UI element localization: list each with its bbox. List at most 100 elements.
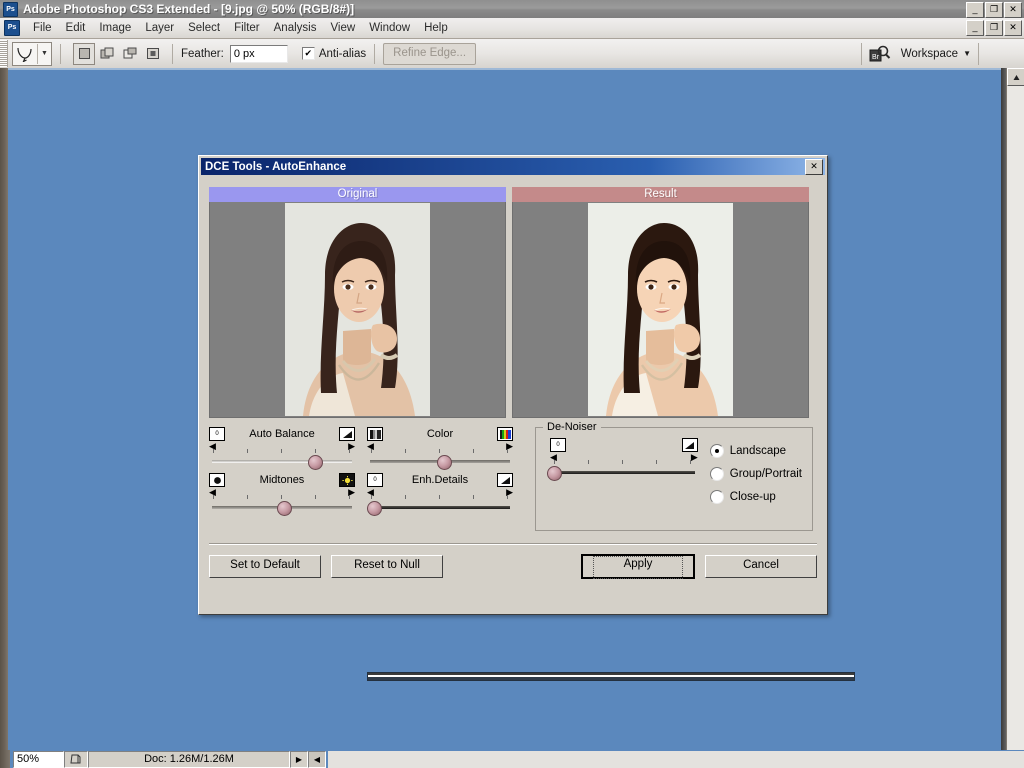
- slider-auto-balance-track[interactable]: [209, 454, 355, 470]
- menu-item-view[interactable]: View: [323, 20, 362, 36]
- zero-icon[interactable]: 0: [550, 438, 566, 452]
- slider-auto-balance-ticks: ◀ ▶: [209, 442, 355, 453]
- sun-icon[interactable]: [339, 473, 355, 487]
- options-divider-2: [172, 43, 173, 64]
- document-icon: Ps: [4, 20, 20, 36]
- go-to-bridge-icon[interactable]: Br: [869, 45, 891, 63]
- gradient-ramp-icon[interactable]: [681, 438, 698, 452]
- chevron-down-icon[interactable]: ▼: [963, 49, 971, 58]
- cancel-button[interactable]: Cancel: [705, 555, 817, 578]
- lasso-tool-icon[interactable]: [13, 44, 37, 64]
- document-size-info: Doc: 1.26M/1.26M: [88, 750, 290, 768]
- gradient-ramp-icon[interactable]: [339, 427, 355, 441]
- original-preview-label: Original: [209, 187, 506, 202]
- document-minimize-button[interactable]: _: [966, 20, 984, 36]
- maximize-button[interactable]: ❐: [985, 2, 1003, 18]
- radio-close-up[interactable]: Close-up: [709, 485, 802, 508]
- slider-grid: 0 Auto Balance ◀ ▶ Color ◀ ▶ Midtones ◀ …: [209, 427, 513, 531]
- refine-edge-button[interactable]: Refine Edge...: [383, 42, 477, 65]
- slider-color-thumb[interactable]: [436, 455, 452, 470]
- add-to-selection-icon[interactable]: [96, 43, 118, 65]
- menu-item-help[interactable]: Help: [417, 20, 455, 36]
- zero-icon[interactable]: 0: [367, 473, 383, 487]
- document-close-button[interactable]: ✕: [1004, 20, 1022, 36]
- original-preview-image[interactable]: [209, 202, 506, 418]
- color-spectrum-icon[interactable]: [497, 427, 513, 441]
- vertical-scrollbar[interactable]: [1006, 68, 1024, 750]
- menu-item-edit[interactable]: Edit: [59, 20, 93, 36]
- slider-enh-details-track[interactable]: [366, 500, 513, 516]
- zero-icon[interactable]: 0: [209, 427, 225, 441]
- slider-denoise-track[interactable]: [546, 465, 698, 481]
- slider-denoise-thumb[interactable]: [546, 466, 562, 481]
- scroll-up-button[interactable]: [1007, 68, 1024, 86]
- slider-enh-details-label: Enh.Details: [411, 474, 469, 486]
- slider-midtones-label: Midtones: [259, 474, 305, 486]
- slider-midtones-ticks: ◀ ▶: [209, 488, 355, 499]
- status-menu-arrow-icon[interactable]: ▶: [290, 750, 308, 768]
- preview-thumbnail-icon[interactable]: [64, 750, 88, 768]
- anti-alias-label: Anti-alias: [318, 47, 367, 60]
- gradient-ramp-icon[interactable]: [497, 473, 513, 487]
- dialog-title-bar[interactable]: DCE Tools - AutoEnhance: [201, 158, 825, 175]
- anti-alias-checkbox[interactable]: ✔: [301, 47, 315, 60]
- scroll-left-button[interactable]: ◀: [308, 750, 326, 768]
- result-preview-panel: Result: [512, 187, 809, 418]
- slider-midtones-thumb[interactable]: [277, 501, 293, 516]
- subtract-from-selection-icon[interactable]: [119, 43, 141, 65]
- radio-group-portrait[interactable]: Group/Portrait: [709, 462, 802, 485]
- active-tool-well[interactable]: ▼: [12, 41, 52, 66]
- document-restore-button[interactable]: ❐: [985, 20, 1003, 36]
- slider-auto-balance: 0 Auto Balance ◀ ▶: [209, 427, 355, 470]
- zoom-level-input[interactable]: 50%: [13, 750, 64, 768]
- slider-row-2: Midtones ◀ ▶ 0 Enh.Details ◀ ▶: [209, 473, 513, 519]
- canvas-top-edge: [8, 68, 1024, 70]
- dialog-footer: Set to Default Reset to Null Apply Cance…: [209, 554, 817, 579]
- feather-input[interactable]: 0 px: [229, 44, 288, 63]
- preview-panels: Original Result: [209, 187, 817, 418]
- app-title-bar: Ps Adobe Photoshop CS3 Extended - [9.jpg…: [0, 0, 1024, 18]
- workspace-label[interactable]: Workspace: [901, 48, 958, 60]
- radio-landscape-button[interactable]: [709, 443, 724, 458]
- grayscale-bars-icon[interactable]: [367, 427, 383, 441]
- intersect-with-selection-icon[interactable]: [142, 43, 164, 65]
- denoiser-inner: 0 ◀ ▶ Landscape Group/Portrait Close-up: [536, 428, 812, 508]
- dark-circle-icon[interactable]: [209, 473, 225, 487]
- result-preview-image[interactable]: [512, 202, 809, 418]
- radio-landscape-label: Landscape: [729, 444, 787, 457]
- minimize-button[interactable]: _: [966, 2, 984, 18]
- menu-item-window[interactable]: Window: [362, 20, 417, 36]
- slider-auto-balance-label: Auto Balance: [249, 428, 315, 440]
- slider-enh-details-thumb[interactable]: [366, 501, 382, 516]
- menu-item-select[interactable]: Select: [181, 20, 227, 36]
- original-preview-panel: Original: [209, 187, 506, 418]
- radio-group-portrait-button[interactable]: [709, 466, 724, 481]
- dialog-close-button[interactable]: ✕: [805, 159, 823, 175]
- menu-item-layer[interactable]: Layer: [138, 20, 181, 36]
- menu-item-analysis[interactable]: Analysis: [267, 20, 324, 36]
- slider-denoise-ticks: ◀ ▶: [550, 453, 698, 464]
- reset-to-null-button[interactable]: Reset to Null: [331, 555, 443, 578]
- radio-close-up-label: Close-up: [729, 490, 776, 503]
- options-divider-5: [978, 42, 979, 65]
- workspace-area: Br Workspace ▼: [854, 42, 986, 65]
- options-divider-4: [860, 42, 862, 65]
- slider-midtones-track[interactable]: [209, 500, 355, 516]
- options-bar-grip[interactable]: [0, 40, 8, 67]
- menu-item-image[interactable]: Image: [92, 20, 138, 36]
- menu-item-file[interactable]: File: [26, 20, 59, 36]
- apply-button[interactable]: Apply: [581, 554, 695, 579]
- radio-close-up-button[interactable]: [709, 489, 724, 504]
- slider-color-track[interactable]: [367, 454, 513, 470]
- document-window-controls: _ ❐ ✕: [966, 20, 1022, 36]
- radio-landscape[interactable]: Landscape: [709, 439, 802, 462]
- close-button[interactable]: ✕: [1004, 2, 1022, 18]
- menu-item-filter[interactable]: Filter: [227, 20, 267, 36]
- chevron-down-icon[interactable]: ▼: [37, 43, 51, 64]
- set-to-default-button[interactable]: Set to Default: [209, 555, 321, 578]
- step-right-icon[interactable]: ▶: [691, 453, 698, 462]
- new-selection-icon[interactable]: [73, 42, 95, 65]
- apply-button-label: Apply: [593, 556, 683, 579]
- slider-enh-details-header: 0 Enh.Details: [367, 473, 513, 487]
- slider-auto-balance-thumb[interactable]: [308, 455, 324, 470]
